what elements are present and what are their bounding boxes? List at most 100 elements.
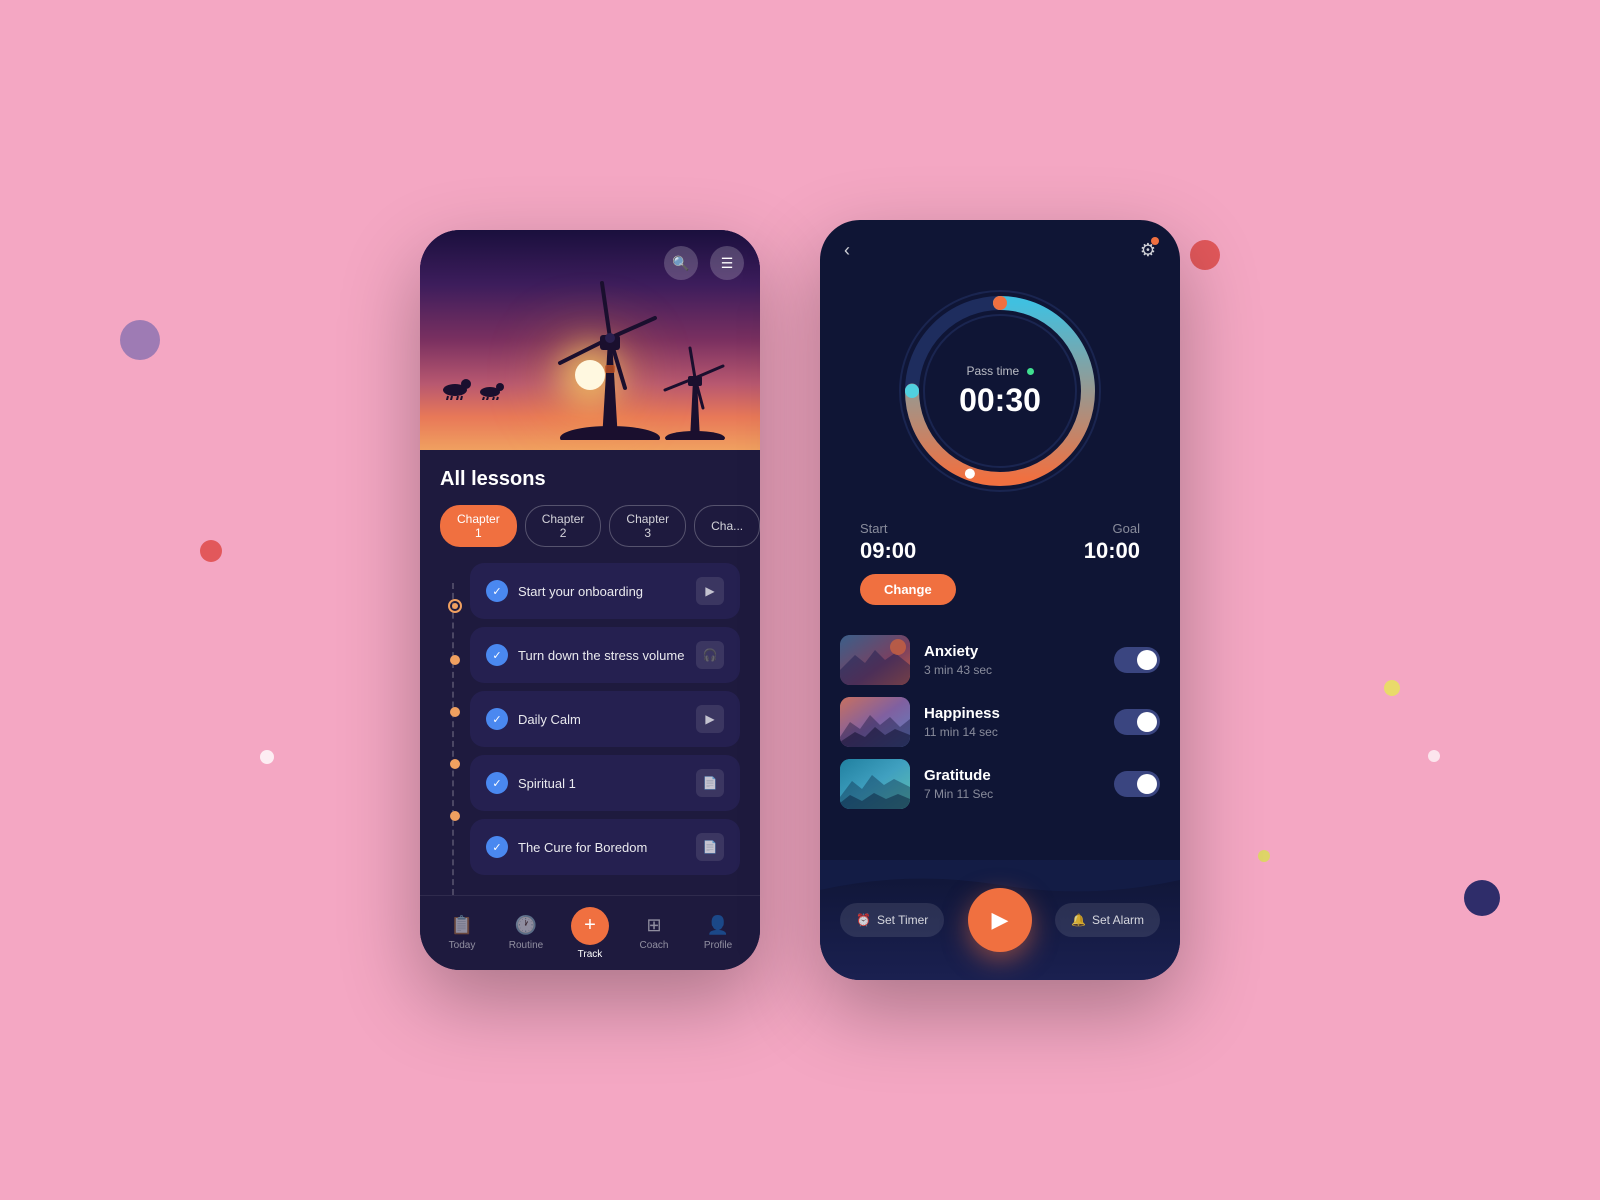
phone1-frame: 🔍 ☰ All lessons Chapter 1 Chapter 2 Chap… (420, 230, 760, 970)
menu-button[interactable]: ☰ (710, 246, 744, 280)
nav-today[interactable]: 📋 Today (430, 915, 494, 951)
change-button[interactable]: Change (860, 574, 956, 605)
lessons-list: ✓ Start your onboarding ▶ ✓ Turn down th… (440, 563, 740, 895)
profile-icon: 👤 (707, 915, 729, 936)
timeline-dot-2 (450, 707, 460, 717)
lesson-card-2[interactable]: ✓ Daily Calm ▶ (470, 691, 740, 747)
lesson-check-0: ✓ (486, 580, 508, 602)
timeline-dot-3 (450, 759, 460, 769)
lesson-title-2: Daily Calm (518, 712, 686, 727)
lesson-title-1: Turn down the stress volume (518, 648, 686, 663)
coach-icon: ⊞ (646, 915, 661, 936)
anxiety-thumbnail (840, 635, 910, 685)
timer-center: Pass time 00:30 (890, 281, 1110, 501)
bell-icon: 🔔 (1071, 913, 1086, 927)
settings-badge (1151, 237, 1159, 245)
routine-icon: 🕐 (515, 915, 537, 936)
timeline-dots (440, 563, 470, 895)
profile-label: Profile (704, 940, 732, 951)
play-icon: ▶ (992, 907, 1009, 933)
windmill-main (550, 280, 670, 440)
lesson-title-3: Spiritual 1 (518, 776, 686, 791)
nav-track[interactable]: + Track (558, 907, 622, 960)
phone1: 🔍 ☰ All lessons Chapter 1 Chapter 2 Chap… (420, 230, 760, 970)
today-icon: 📋 (451, 915, 473, 936)
track-plus-button[interactable]: + (571, 907, 609, 945)
clock-icon: ⏰ (856, 913, 871, 927)
today-label: Today (449, 940, 476, 951)
anxiety-toggle[interactable] (1114, 647, 1160, 673)
meditation-item-2[interactable]: Gratitude 7 Min 11 Sec (840, 759, 1160, 809)
decorative-dot-white-1 (260, 750, 274, 764)
pass-time-label: Pass time (966, 364, 1033, 378)
lesson-card-0[interactable]: ✓ Start your onboarding ▶ (470, 563, 740, 619)
hero-image: 🔍 ☰ (420, 230, 760, 450)
windmill-small (660, 340, 730, 440)
gratitude-toggle[interactable] (1114, 771, 1160, 797)
phone1-header: 🔍 ☰ (664, 246, 744, 280)
phone2: ‹ ⚙ (820, 220, 1180, 980)
gratitude-duration: 7 Min 11 Sec (924, 787, 1100, 801)
lesson-media-icon-0: ▶ (696, 577, 724, 605)
lesson-media-icon-3: 📄 (696, 769, 724, 797)
timeline-dot-0 (448, 599, 462, 613)
decorative-dot-navy (1464, 880, 1500, 916)
lesson-check-1: ✓ (486, 644, 508, 666)
search-button[interactable]: 🔍 (664, 246, 698, 280)
bottom-nav: 📋 Today 🕐 Routine + Track ⊞ Coach 👤 Prof… (420, 895, 760, 970)
timer-ring-container: Pass time 00:30 (890, 281, 1110, 501)
anxiety-title: Anxiety (924, 643, 1100, 660)
nav-coach[interactable]: ⊞ Coach (622, 915, 686, 951)
gratitude-thumbnail (840, 759, 910, 809)
goal-label: Goal (1113, 521, 1140, 536)
timeline-dot-4 (450, 811, 460, 821)
all-lessons-title: All lessons (440, 468, 740, 491)
lesson-card-3[interactable]: ✓ Spiritual 1 📄 (470, 755, 740, 811)
chapters-row: Chapter 1 Chapter 2 Chapter 3 Cha... (440, 505, 740, 547)
happiness-toggle[interactable] (1114, 709, 1160, 735)
track-label: Track (578, 949, 603, 960)
anxiety-toggle-knob (1137, 650, 1157, 670)
play-button[interactable]: ▶ (968, 888, 1032, 952)
meditation-item-0[interactable]: Anxiety 3 min 43 sec (840, 635, 1160, 685)
lesson-card-1[interactable]: ✓ Turn down the stress volume 🎧 (470, 627, 740, 683)
timeline-dot-1 (450, 655, 460, 665)
nav-profile[interactable]: 👤 Profile (686, 915, 750, 951)
back-button[interactable]: ‹ (844, 240, 850, 261)
chapter-tab-2[interactable]: Chapter 2 (525, 505, 602, 547)
happiness-title: Happiness (924, 705, 1100, 722)
happiness-duration: 11 min 14 sec (924, 725, 1100, 739)
chapter-tab-3[interactable]: Chapter 3 (609, 505, 686, 547)
start-goal-row: Start 09:00 Goal 10:00 (820, 511, 1180, 574)
lesson-card-4[interactable]: ✓ The Cure for Boredom 📄 (470, 819, 740, 875)
gratitude-toggle-knob (1137, 774, 1157, 794)
set-timer-label: Set Timer (877, 913, 928, 927)
set-alarm-label: Set Alarm (1092, 913, 1144, 927)
pass-time-dot (1027, 368, 1034, 375)
lesson-title-0: Start your onboarding (518, 584, 686, 599)
decorative-dot-red-2 (1190, 240, 1220, 270)
gratitude-info: Gratitude 7 Min 11 Sec (924, 767, 1100, 801)
start-value: 09:00 (860, 538, 916, 564)
happiness-thumbnail (840, 697, 910, 747)
chapter-tab-1[interactable]: Chapter 1 (440, 505, 517, 547)
start-label: Start (860, 521, 887, 536)
settings-button[interactable]: ⚙ (1140, 240, 1156, 261)
animals-silhouette (440, 370, 520, 400)
lesson-check-4: ✓ (486, 836, 508, 858)
routine-label: Routine (509, 940, 543, 951)
meditation-item-1[interactable]: Happiness 11 min 14 sec (840, 697, 1160, 747)
coach-label: Coach (640, 940, 669, 951)
phone2-header: ‹ ⚙ (820, 220, 1180, 271)
set-timer-button[interactable]: ⏰ Set Timer (840, 903, 944, 937)
chapter-tab-4[interactable]: Cha... (694, 505, 760, 547)
set-alarm-button[interactable]: 🔔 Set Alarm (1055, 903, 1160, 937)
lesson-media-icon-4: 📄 (696, 833, 724, 861)
timer-section: Pass time 00:30 Start 09:00 Goal 10:00 C… (820, 271, 1180, 625)
phone2-footer: ⏰ Set Timer ▶ 🔔 Set Alarm (820, 860, 1180, 980)
goal-block: Goal 10:00 (1084, 521, 1140, 564)
happiness-info: Happiness 11 min 14 sec (924, 705, 1100, 739)
decorative-dot-purple (120, 320, 160, 360)
nav-routine[interactable]: 🕐 Routine (494, 915, 558, 951)
lesson-check-3: ✓ (486, 772, 508, 794)
